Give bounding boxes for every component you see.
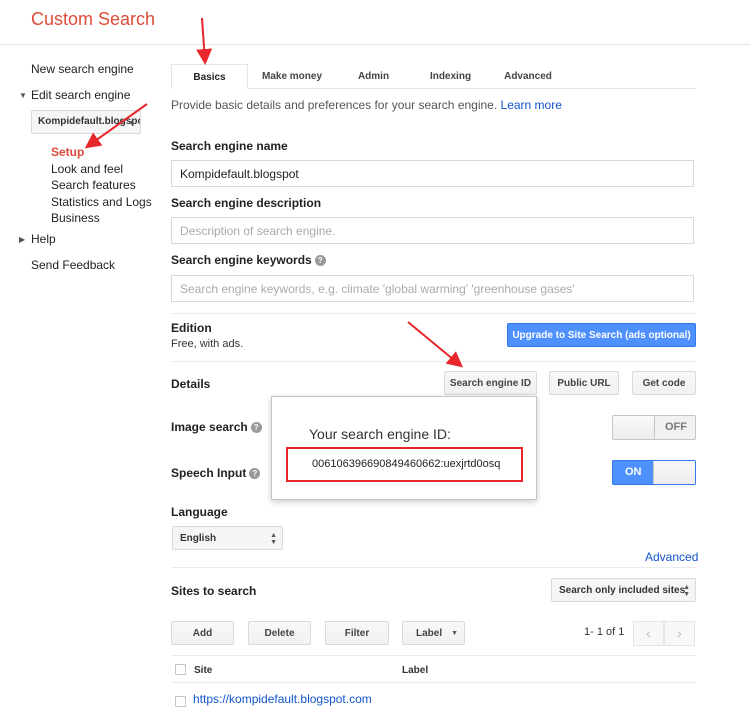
site-url-link[interactable]: https://kompidefault.blogspot.com: [193, 692, 372, 706]
intro-description: Provide basic details and preferences fo…: [171, 98, 498, 112]
speech-input-label-text: Speech Input: [171, 466, 247, 480]
details-label: Details: [171, 377, 211, 391]
engine-id-popup: Your search engine ID: 00610639669084946…: [271, 396, 537, 500]
question-icon[interactable]: ?: [250, 422, 262, 433]
image-search-label: Image search?: [171, 420, 262, 434]
column-header-site: Site: [194, 665, 213, 676]
engine-keywords-input[interactable]: [171, 275, 694, 302]
label-dropdown-button[interactable]: Label ▼: [402, 621, 465, 645]
edition-value: Free, with ads.: [171, 338, 244, 350]
sidebar-item-new-engine[interactable]: New search engine: [31, 62, 134, 76]
arrow-to-engine-id-button: [407, 321, 464, 368]
select-all-checkbox[interactable]: [175, 664, 186, 675]
select-arrows-icon: ▲ ▼: [270, 532, 277, 546]
question-icon[interactable]: ?: [314, 255, 326, 266]
toggle-state: ON: [625, 466, 642, 478]
language-select[interactable]: English ▲ ▼: [172, 526, 283, 550]
divider: [171, 655, 696, 656]
sites-filter-select[interactable]: Search only included sites ▲ ▼: [551, 578, 696, 602]
caret-down-icon: ▼: [451, 630, 458, 637]
toggle-state: OFF: [665, 421, 687, 433]
tab-indexing[interactable]: Indexing: [418, 64, 483, 89]
question-icon[interactable]: ?: [249, 468, 261, 479]
engine-description-input[interactable]: [171, 217, 694, 244]
divider: [171, 313, 696, 314]
column-header-label: Label: [402, 665, 429, 676]
app-title: Custom Search: [31, 9, 156, 29]
engine-id-highlight: 006106396690849460662:uexjrtd0osq: [286, 447, 523, 482]
sidebar-item-search-features[interactable]: Search features: [51, 178, 136, 192]
chevron-left-icon[interactable]: ‹: [633, 621, 664, 646]
caret-down-icon: ▼: [128, 120, 135, 127]
engine-id-value[interactable]: 006106396690849460662:uexjrtd0osq: [312, 458, 500, 470]
language-select-value: English: [180, 533, 217, 544]
engine-keywords-label: Search engine keywords?: [171, 253, 326, 267]
engine-keywords-label-text: Search engine keywords: [171, 253, 312, 267]
caret-down-icon[interactable]: ▼: [19, 91, 27, 100]
upgrade-button[interactable]: Upgrade to Site Search (ads optional): [507, 323, 696, 347]
engine-select[interactable]: Kompidefault.blogspot ▼: [31, 110, 141, 134]
tab-bar: Basics Make money Admin Indexing Advance…: [171, 64, 696, 89]
filter-button[interactable]: Filter: [325, 621, 389, 645]
divider: [171, 682, 696, 683]
sidebar-item-feedback[interactable]: Send Feedback: [31, 258, 115, 272]
engine-description-label: Search engine description: [171, 196, 322, 210]
image-search-label-text: Image search: [171, 420, 248, 434]
tab-basics[interactable]: Basics: [171, 64, 248, 89]
toggle-knob: [653, 461, 695, 484]
chevron-right-icon[interactable]: ›: [664, 621, 695, 646]
arrow-to-basics-tab: [196, 17, 213, 65]
select-arrows-icon: ▲ ▼: [683, 584, 690, 598]
sidebar-item-edit-engine[interactable]: Edit search engine: [31, 88, 130, 102]
engine-name-label: Search engine name: [171, 139, 288, 153]
sidebar-item-business[interactable]: Business: [51, 211, 100, 225]
header-divider: [0, 44, 750, 45]
sidebar-item-setup[interactable]: Setup: [51, 145, 84, 159]
advanced-link[interactable]: Advanced: [645, 550, 698, 564]
sidebar-item-statistics[interactable]: Statistics and Logs: [51, 195, 152, 209]
image-search-toggle[interactable]: OFF: [612, 415, 696, 440]
delete-site-button[interactable]: Delete: [248, 621, 311, 645]
tab-admin[interactable]: Admin: [341, 64, 406, 89]
speech-input-toggle[interactable]: ON: [612, 460, 696, 485]
row-checkbox[interactable]: [175, 696, 186, 707]
label-button-text: Label: [416, 628, 443, 639]
caret-right-icon[interactable]: ▶: [19, 235, 25, 244]
language-label: Language: [171, 505, 228, 519]
pagination-text: 1- 1 of 1: [584, 626, 625, 638]
edition-label: Edition: [171, 321, 212, 335]
sidebar-item-look-and-feel[interactable]: Look and feel: [51, 162, 123, 176]
public-url-button[interactable]: Public URL: [549, 371, 619, 395]
toggle-knob: [613, 416, 655, 439]
divider: [171, 361, 696, 362]
tab-make-money[interactable]: Make money: [254, 64, 330, 89]
popup-title: Your search engine ID:: [309, 426, 451, 442]
get-code-button[interactable]: Get code: [632, 371, 696, 395]
sidebar-item-help[interactable]: Help: [31, 232, 56, 246]
engine-select-value: Kompidefault.blogspot: [38, 116, 141, 127]
learn-more-link[interactable]: Learn more: [501, 98, 562, 112]
search-engine-id-button[interactable]: Search engine ID: [444, 371, 537, 395]
engine-name-input[interactable]: [171, 160, 694, 187]
sites-to-search-label: Sites to search: [171, 584, 257, 598]
add-site-button[interactable]: Add: [171, 621, 234, 645]
sites-filter-value: Search only included sites: [559, 585, 686, 596]
intro-text: Provide basic details and preferences fo…: [171, 98, 562, 112]
divider: [171, 567, 696, 568]
tab-advanced[interactable]: Advanced: [495, 64, 561, 89]
speech-input-label: Speech Input?: [171, 466, 261, 480]
